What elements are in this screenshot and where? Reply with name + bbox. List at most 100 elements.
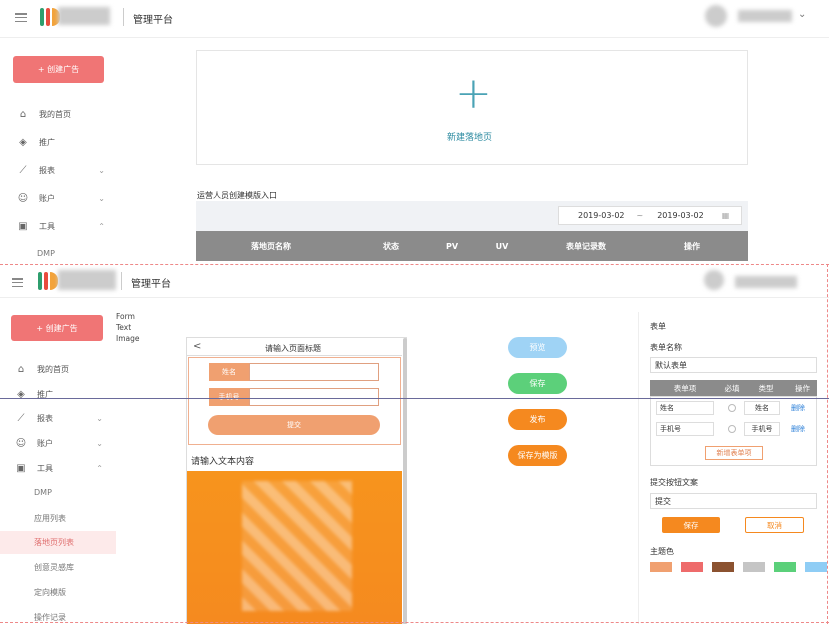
sub-item-app-list[interactable]: 应用列表 (34, 513, 66, 524)
header-title: 管理平台 (133, 15, 173, 26)
field-phone-input[interactable] (249, 388, 379, 406)
sub-item-targeting-template[interactable]: 定向模版 (34, 587, 66, 598)
nav-item-account[interactable]: ☺ 账户 ⌄ (17, 191, 117, 205)
th-type: 类型 (758, 383, 774, 393)
component-list: Form Text Image (116, 311, 140, 344)
theme-swatch-3[interactable] (712, 562, 734, 572)
row-type[interactable]: 姓名 (744, 401, 780, 415)
section-title: 运营人员创建模版入口 (197, 191, 277, 200)
chevron-down-icon[interactable]: ⌄ (798, 9, 806, 20)
sub-item-landing-list[interactable]: 落地页列表 (0, 531, 116, 554)
nav-item-reports[interactable]: ⟋ 报表 ⌄ (17, 163, 117, 177)
nav-item-account[interactable]: ☺ 账户 ⌄ (15, 436, 115, 450)
back-icon[interactable]: < (193, 341, 201, 352)
delete-link[interactable]: 删除 (791, 424, 805, 434)
publish-button[interactable]: 发布 (508, 409, 567, 430)
field-name-input[interactable] (249, 363, 379, 381)
form-submit-button[interactable]: 提交 (208, 415, 380, 435)
image-component[interactable] (187, 471, 402, 624)
panel-cancel-button[interactable]: 取消 (745, 517, 804, 533)
component-image[interactable]: Image (116, 333, 140, 344)
menu-toggle-icon[interactable] (15, 13, 27, 22)
toolbox-icon: ▣ (16, 462, 26, 474)
toolbox-icon: ▣ (18, 220, 28, 232)
add-form-item-button[interactable]: 新增表单项 (705, 446, 763, 460)
required-radio[interactable] (728, 425, 736, 433)
component-form[interactable]: Form (116, 311, 140, 322)
nav-item-reports[interactable]: ⟋ 报表 ⌄ (15, 411, 115, 425)
page-title-input[interactable]: 请输入页面标题 (265, 343, 321, 354)
chevron-up-icon: ⌃ (98, 221, 105, 231)
theme-swatch-1[interactable] (650, 562, 672, 572)
home-icon: ⌂ (19, 108, 27, 120)
th-item: 表单项 (673, 383, 697, 393)
header-title: 管理平台 (131, 279, 171, 290)
form-name-input[interactable]: 默认表单 (650, 357, 817, 373)
nav-label: 报表 (37, 413, 53, 423)
logo-text-blurred (58, 270, 116, 290)
submit-text-input[interactable]: 提交 (650, 493, 817, 509)
theme-swatch-6[interactable] (805, 562, 827, 572)
layers-icon: ◈ (19, 136, 27, 148)
chart-icon: ⟋ (17, 412, 25, 424)
nav-item-home[interactable]: ⌂ 我的首页 (15, 362, 115, 376)
nav-label: 我的首页 (39, 109, 71, 119)
qr-image-blurred (242, 481, 352, 611)
nav-label: 工具 (39, 221, 55, 231)
avatar[interactable] (704, 270, 724, 290)
user-icon: ☺ (17, 192, 29, 204)
phone-header-border (186, 355, 402, 356)
plus-icon: + (455, 68, 492, 119)
col-form-records: 表单记录数 (566, 241, 606, 251)
th-required: 必填 (724, 383, 740, 393)
nav-label: 推广 (39, 137, 55, 147)
form-items-table-header: 表单项 必填 类型 操作 (650, 380, 817, 396)
save-button[interactable]: 保存 (508, 373, 567, 394)
panel-save-button[interactable]: 保存 (662, 517, 720, 533)
theme-swatch-2[interactable] (681, 562, 703, 572)
sub-item-dmp[interactable]: DMP (37, 249, 55, 258)
save-as-template-button[interactable]: 保存为模版 (508, 445, 567, 466)
avatar[interactable] (705, 5, 727, 27)
component-text[interactable]: Text (116, 322, 140, 333)
header-divider (121, 272, 122, 290)
nav-item-promotion[interactable]: ◈ 推广 (17, 135, 117, 149)
row-type[interactable]: 手机号 (744, 422, 780, 436)
nav-item-tools[interactable]: ▣ 工具 ⌃ (17, 219, 117, 233)
row-phone-input[interactable]: 手机号 (656, 422, 714, 436)
calendar-icon: ▦ (721, 211, 730, 220)
th-op: 操作 (795, 383, 810, 393)
chart-icon: ⟋ (19, 164, 27, 176)
theme-swatch-5[interactable] (774, 562, 796, 572)
username-blurred[interactable] (738, 10, 792, 22)
header-divider (123, 8, 124, 26)
theme-swatch-4[interactable] (743, 562, 765, 572)
text-component[interactable]: 请输入文本内容 (191, 454, 254, 467)
col-name: 落地页名称 (251, 241, 291, 251)
preview-button[interactable]: 预览 (508, 337, 567, 358)
screenshot-border-bottom (0, 622, 829, 623)
nav-item-tools[interactable]: ▣ 工具 ⌃ (15, 461, 115, 475)
panel-heading: 表单 (650, 322, 666, 331)
col-pv: PV (445, 241, 459, 251)
row-name-input[interactable]: 姓名 (656, 401, 714, 415)
nav-label: 我的首页 (37, 364, 69, 374)
sub-item-creative-library[interactable]: 创意灵感库 (34, 562, 74, 573)
submit-text-label: 提交按钮文案 (650, 478, 698, 487)
sub-item-dmp[interactable]: DMP (34, 488, 52, 497)
date-range-picker[interactable]: 2019-03-02 ~ 2019-03-02 ▦ (558, 206, 742, 225)
delete-link[interactable]: 删除 (791, 403, 805, 413)
required-radio[interactable] (728, 404, 736, 412)
landing-table-header: 落地页名称 状态 PV UV 表单记录数 操作 (196, 231, 748, 261)
user-icon: ☺ (15, 437, 27, 449)
field-phone-label: 手机号 (209, 388, 249, 406)
menu-toggle-icon[interactable] (12, 278, 23, 287)
create-ad-button[interactable]: + 创建广告 (13, 56, 104, 83)
form-name-label: 表单名称 (650, 343, 682, 352)
username-blurred[interactable] (735, 276, 797, 288)
chevron-down-icon: ⌄ (98, 165, 105, 175)
phone-scrollbar[interactable] (403, 338, 407, 624)
create-ad-button[interactable]: + 创建广告 (11, 315, 103, 341)
nav-item-home[interactable]: ⌂ 我的首页 (17, 107, 117, 121)
col-status: 状态 (383, 241, 399, 251)
